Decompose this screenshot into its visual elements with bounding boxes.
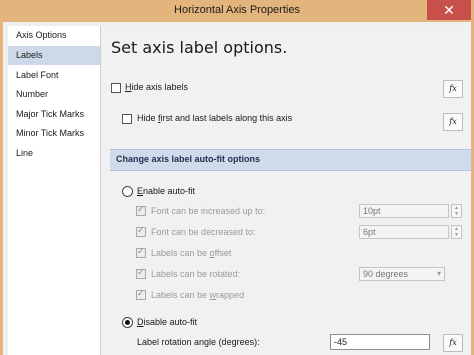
label-text: isable auto-fit [143,317,198,327]
font-decrease-spinner[interactable]: ▲ ▼ [451,225,462,239]
checkmark-icon: ✓ [137,267,145,277]
sidebar-item-major-tick-marks[interactable]: Major Tick Marks [8,105,100,124]
enable-autofit-radio[interactable] [122,186,133,197]
options-panel: Set axis label options. Hide axis labels… [101,26,471,355]
autofit-section-header: Change axis label auto-fit options [110,149,471,171]
dialog-window: Horizontal Axis Properties ✕ Axis Option… [0,0,474,355]
disable-autofit-radio[interactable] [122,317,133,328]
hide-axis-labels-checkbox[interactable] [111,83,121,93]
disable-autofit-label[interactable]: Disable auto-fit [137,317,197,327]
category-sidebar: Axis Options Labels Label Font Number Ma… [8,26,101,355]
label-text: rapped [216,290,245,300]
font-increase-checkbox[interactable]: ✓ [136,204,146,216]
rotation-angle-input[interactable]: -45 [330,334,430,350]
checkmark-icon: ✓ [137,204,145,214]
label-text: Hide [137,113,159,123]
font-increase-label: Font can be increased up to: [151,206,266,216]
sidebar-item-number[interactable]: Number [8,85,100,104]
label-text: Labels can be [151,248,210,258]
hide-axis-labels-expression-button[interactable]: fx [443,80,463,98]
page-title: Set axis label options. [111,38,288,57]
labels-offset-label: Labels can be offset [151,248,231,258]
sidebar-item-line[interactable]: Line [8,144,100,163]
labels-offset-checkbox[interactable]: ✓ [136,246,146,258]
sidebar-item-axis-options[interactable]: Axis Options [8,26,100,45]
font-decrease-input[interactable]: 6pt [359,225,449,239]
hide-axis-labels-label[interactable]: Hide axis labels [125,82,188,92]
window-title: Horizontal Axis Properties [174,4,300,16]
font-increase-input[interactable]: 10pt [359,204,449,218]
font-decrease-checkbox[interactable]: ✓ [136,225,146,237]
radio-selected-dot [125,320,130,325]
select-value: 90 degrees [363,269,409,279]
sidebar-item-label-font[interactable]: Label Font [8,66,100,85]
labels-rotated-label: Labels can be rotated: [151,269,241,279]
rotation-angle-label: Label rotation angle (degrees): [137,337,260,347]
rotation-degrees-select[interactable]: 90 degrees ▾ [359,267,445,281]
title-bar[interactable]: Horizontal Axis Properties ✕ [0,0,474,22]
close-icon: ✕ [443,2,455,18]
checkmark-icon: ✓ [137,246,145,256]
chevron-down-icon: ▾ [436,269,441,278]
spinner-arrows-icon: ▲ ▼ [454,226,459,238]
label-text: nable auto-fit [143,186,196,196]
enable-autofit-label[interactable]: Enable auto-fit [137,186,195,196]
window-frame-left [0,22,3,355]
sidebar-item-labels[interactable]: Labels [8,46,100,65]
checkmark-icon: ✓ [137,288,145,298]
function-icon: fx [449,117,457,126]
function-icon: fx [449,84,457,93]
label-text: ide axis labels [131,82,189,92]
function-icon: fx [449,338,457,347]
labels-rotated-checkbox[interactable]: ✓ [136,267,146,279]
label-text: irst and last labels along this axis [160,113,293,123]
labels-wrapped-checkbox[interactable]: ✓ [136,288,146,300]
spinner-arrows-icon: ▲ ▼ [454,205,459,217]
label-text: Labels can be [151,290,210,300]
font-increase-spinner[interactable]: ▲ ▼ [451,204,462,218]
hide-first-last-labels-checkbox[interactable] [122,114,132,124]
hide-first-last-expression-button[interactable]: fx [443,113,463,131]
font-decrease-label: Font can be decreased to: [151,227,256,237]
labels-wrapped-label: Labels can be wrapped [151,290,244,300]
sidebar-item-minor-tick-marks[interactable]: Minor Tick Marks [8,124,100,143]
section-title: Change axis label auto-fit options [116,154,261,164]
close-button[interactable]: ✕ [427,0,471,20]
rotation-angle-expression-button[interactable]: fx [443,334,463,352]
hide-first-last-labels-label[interactable]: Hide first and last labels along this ax… [137,113,292,123]
label-text: ffset [214,248,232,258]
checkmark-icon: ✓ [137,225,145,235]
